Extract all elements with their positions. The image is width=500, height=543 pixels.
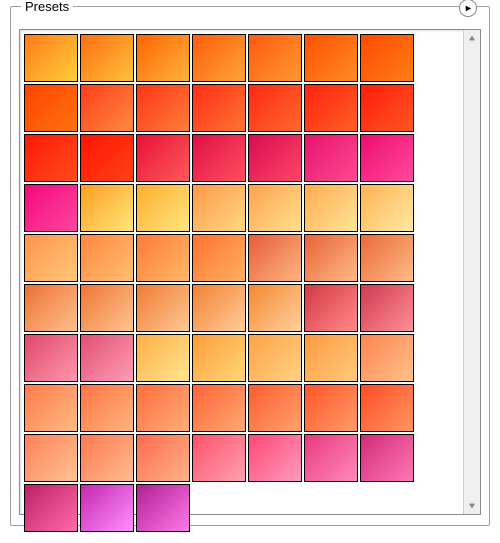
scroll-up-button[interactable] <box>464 30 480 46</box>
gradient-swatch[interactable] <box>136 484 190 532</box>
gradient-swatch[interactable] <box>24 384 78 432</box>
gradient-swatch[interactable] <box>24 84 78 132</box>
gradient-swatch[interactable] <box>360 184 414 232</box>
gradient-swatch[interactable] <box>80 134 134 182</box>
gradient-swatch[interactable] <box>360 234 414 282</box>
gradient-swatch[interactable] <box>248 434 302 482</box>
gradient-swatch[interactable] <box>80 284 134 332</box>
gradient-swatch[interactable] <box>192 234 246 282</box>
gradient-swatch[interactable] <box>248 234 302 282</box>
gradient-swatch[interactable] <box>248 334 302 382</box>
gradient-swatch[interactable] <box>360 34 414 82</box>
gradient-swatch[interactable] <box>192 434 246 482</box>
presets-grid <box>24 34 462 510</box>
gradient-swatch[interactable] <box>80 34 134 82</box>
gradient-swatch[interactable] <box>80 434 134 482</box>
gradient-swatch[interactable] <box>80 384 134 432</box>
gradient-swatch[interactable] <box>304 84 358 132</box>
gradient-swatch[interactable] <box>304 384 358 432</box>
gradient-swatch[interactable] <box>192 184 246 232</box>
gradient-swatch[interactable] <box>304 234 358 282</box>
gradient-swatch[interactable] <box>192 334 246 382</box>
gradient-swatch[interactable] <box>24 334 78 382</box>
gradient-swatch[interactable] <box>304 134 358 182</box>
gradient-swatch[interactable] <box>360 434 414 482</box>
gradient-swatch[interactable] <box>24 284 78 332</box>
gradient-swatch[interactable] <box>248 134 302 182</box>
gradient-swatch[interactable] <box>24 134 78 182</box>
gradient-swatch[interactable] <box>192 384 246 432</box>
gradient-swatch[interactable] <box>24 184 78 232</box>
gradient-swatch[interactable] <box>136 384 190 432</box>
gradient-swatch[interactable] <box>136 34 190 82</box>
gradient-swatch[interactable] <box>24 234 78 282</box>
presets-flyout-button[interactable] <box>459 0 477 17</box>
gradient-swatch[interactable] <box>192 34 246 82</box>
gradient-swatch[interactable] <box>80 484 134 532</box>
gradient-swatch[interactable] <box>304 284 358 332</box>
gradient-swatch[interactable] <box>360 284 414 332</box>
scroll-down-button[interactable] <box>464 498 480 514</box>
gradient-swatch[interactable] <box>192 84 246 132</box>
gradient-swatch[interactable] <box>248 384 302 432</box>
gradient-swatch[interactable] <box>24 484 78 532</box>
gradient-swatch[interactable] <box>80 184 134 232</box>
gradient-swatch[interactable] <box>304 434 358 482</box>
scrollbar[interactable] <box>463 30 480 514</box>
gradient-swatch[interactable] <box>80 84 134 132</box>
gradient-swatch[interactable] <box>304 184 358 232</box>
gradient-swatch[interactable] <box>24 434 78 482</box>
gradient-swatch[interactable] <box>192 134 246 182</box>
gradient-swatch[interactable] <box>136 234 190 282</box>
gradient-swatch[interactable] <box>192 284 246 332</box>
gradient-swatch[interactable] <box>24 34 78 82</box>
gradient-swatch[interactable] <box>80 234 134 282</box>
presets-panel: Presets <box>10 6 490 526</box>
gradient-swatch[interactable] <box>248 34 302 82</box>
gradient-swatch[interactable] <box>136 334 190 382</box>
panel-title: Presets <box>21 0 73 14</box>
gradient-swatch[interactable] <box>136 284 190 332</box>
gradient-swatch[interactable] <box>80 334 134 382</box>
gradient-swatch[interactable] <box>360 84 414 132</box>
gradient-swatch[interactable] <box>360 334 414 382</box>
gradient-swatch[interactable] <box>248 184 302 232</box>
gradient-swatch[interactable] <box>360 134 414 182</box>
gradient-swatch[interactable] <box>136 134 190 182</box>
presets-list <box>19 29 481 515</box>
gradient-swatch[interactable] <box>304 334 358 382</box>
gradient-swatch[interactable] <box>136 184 190 232</box>
flyout-arrow-icon <box>465 4 472 13</box>
gradient-swatch[interactable] <box>304 34 358 82</box>
gradient-swatch[interactable] <box>360 384 414 432</box>
gradient-swatch[interactable] <box>248 284 302 332</box>
caret-up-icon <box>468 34 476 42</box>
caret-down-icon <box>468 502 476 510</box>
gradient-swatch[interactable] <box>248 84 302 132</box>
gradient-swatch[interactable] <box>136 84 190 132</box>
gradient-swatch[interactable] <box>136 434 190 482</box>
